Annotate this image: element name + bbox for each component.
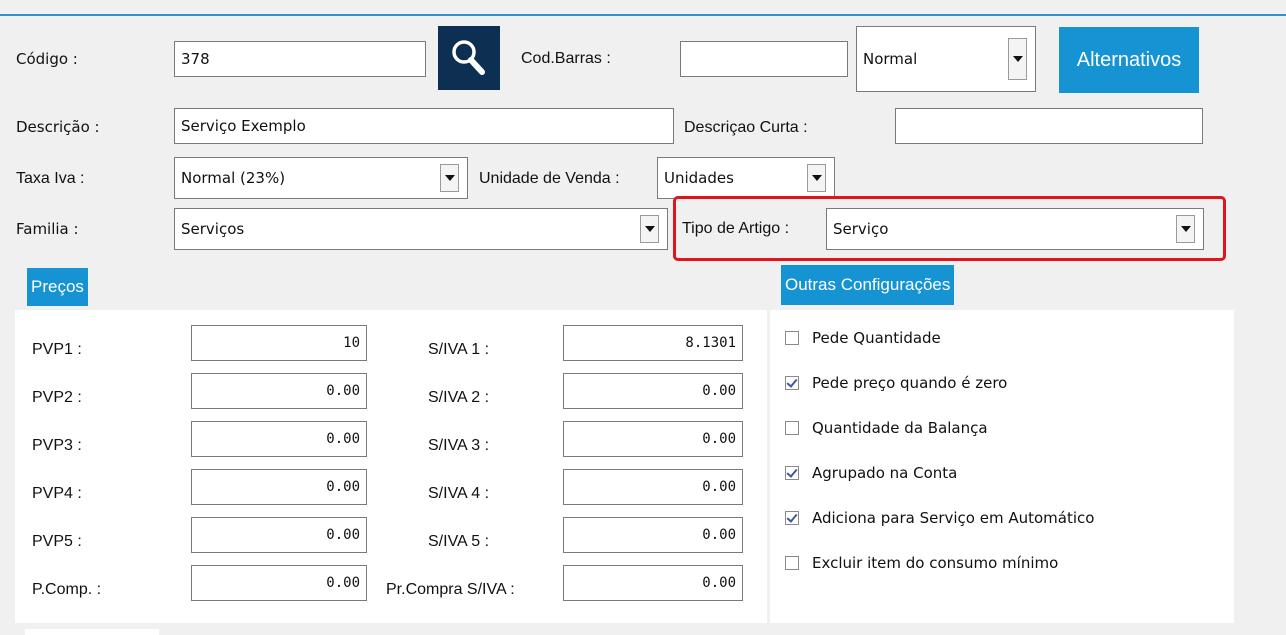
codbarras-label: Cod.Barras : <box>521 50 611 67</box>
siva-input[interactable]: 0.00 <box>563 421 743 457</box>
chevron-down-icon[interactable] <box>640 215 659 243</box>
taxa-iva-label: Taxa Iva : <box>16 170 85 187</box>
option-label: Pede Quantidade <box>812 329 941 347</box>
pvp-label: PVP2 : <box>32 389 82 406</box>
top-divider <box>0 14 1286 16</box>
taxa-iva-value: Normal (23%) <box>181 169 286 187</box>
bottom-tab-stub <box>25 629 159 635</box>
unidade-venda-select[interactable]: Unidades <box>657 157 835 199</box>
option-label: Agrupado na Conta <box>812 464 958 482</box>
pvp-label: PVP4 : <box>32 485 82 502</box>
siva-label: S/IVA 3 : <box>428 437 490 454</box>
siva-label: Pr.Compra S/IVA : <box>386 581 515 598</box>
tipo-artigo-select[interactable]: Serviço <box>826 208 1204 250</box>
pvp-input[interactable]: 0.00 <box>191 421 367 457</box>
descricao-curta-input[interactable] <box>895 108 1203 144</box>
magnifier-icon <box>452 40 485 75</box>
codigo-input[interactable]: 378 <box>174 41 426 77</box>
barcode-type-select[interactable]: Normal <box>856 26 1036 92</box>
tipo-artigo-value: Serviço <box>833 220 889 238</box>
familia-label: Familia : <box>16 220 79 238</box>
siva-label: S/IVA 2 : <box>428 389 490 406</box>
siva-label: S/IVA 1 : <box>428 341 490 358</box>
search-button[interactable] <box>438 26 500 90</box>
descricao-label: Descrição : <box>16 118 100 136</box>
option-label: Excluir item do consumo mínimo <box>812 554 1059 572</box>
option-row[interactable]: Pede Quantidade <box>785 329 941 347</box>
pvp-label: PVP1 : <box>32 341 82 358</box>
option-label: Quantidade da Balança <box>812 419 988 437</box>
pvp-input[interactable]: 0.00 <box>191 373 367 409</box>
pvp-input[interactable]: 10 <box>191 325 367 361</box>
pvp-input[interactable]: 0.00 <box>191 469 367 505</box>
option-label: Adiciona para Serviço em Automático <box>812 509 1095 527</box>
chevron-down-icon[interactable] <box>1008 38 1027 80</box>
codigo-label: Código : <box>16 50 78 68</box>
pvp-label: P.Comp. : <box>32 581 102 598</box>
chevron-down-icon[interactable] <box>440 164 459 192</box>
option-checkbox[interactable] <box>785 421 799 435</box>
siva-label: S/IVA 4 : <box>428 485 490 502</box>
familia-value: Serviços <box>181 220 245 238</box>
pvp-input[interactable]: 0.00 <box>191 517 367 553</box>
barcode-type-value: Normal <box>863 50 918 68</box>
siva-input[interactable]: 8.1301 <box>563 325 743 361</box>
siva-input[interactable]: 0.00 <box>563 565 743 601</box>
siva-input[interactable]: 0.00 <box>563 517 743 553</box>
chevron-down-icon[interactable] <box>807 164 826 192</box>
tab-precos[interactable]: Preços <box>27 268 88 306</box>
pvp-label: PVP3 : <box>32 437 82 454</box>
option-checkbox[interactable] <box>785 376 799 390</box>
siva-input[interactable]: 0.00 <box>563 373 743 409</box>
taxa-iva-select[interactable]: Normal (23%) <box>174 157 468 199</box>
descricao-input[interactable]: Serviço Exemplo <box>174 108 674 144</box>
option-row[interactable]: Pede preço quando é zero <box>785 374 1007 392</box>
descricao-curta-label: Descriçao Curta : <box>684 119 808 136</box>
siva-label: S/IVA 5 : <box>428 533 490 550</box>
option-row[interactable]: Excluir item do consumo mínimo <box>785 554 1058 572</box>
familia-select[interactable]: Serviços <box>174 208 668 250</box>
option-checkbox[interactable] <box>785 556 799 570</box>
unidade-venda-value: Unidades <box>664 169 734 187</box>
unidade-venda-label: Unidade de Venda : <box>479 170 620 187</box>
siva-input[interactable]: 0.00 <box>563 469 743 505</box>
tab-outras-configuracoes[interactable]: Outras Configurações <box>781 265 955 305</box>
pvp-input[interactable]: 0.00 <box>191 565 367 601</box>
option-label: Pede preço quando é zero <box>812 374 1008 392</box>
pvp-label: PVP5 : <box>32 533 82 550</box>
option-row[interactable]: Adiciona para Serviço em Automático <box>785 509 1094 527</box>
chevron-down-icon[interactable] <box>1176 215 1195 243</box>
option-row[interactable]: Agrupado na Conta <box>785 464 957 482</box>
option-row[interactable]: Quantidade da Balança <box>785 419 988 437</box>
option-checkbox[interactable] <box>785 511 799 525</box>
alternativos-button[interactable]: Alternativos <box>1059 27 1199 93</box>
option-checkbox[interactable] <box>785 466 799 480</box>
tipo-artigo-label: Tipo de Artigo : <box>682 220 790 237</box>
codbarras-input[interactable] <box>680 41 848 77</box>
option-checkbox[interactable] <box>785 331 799 345</box>
